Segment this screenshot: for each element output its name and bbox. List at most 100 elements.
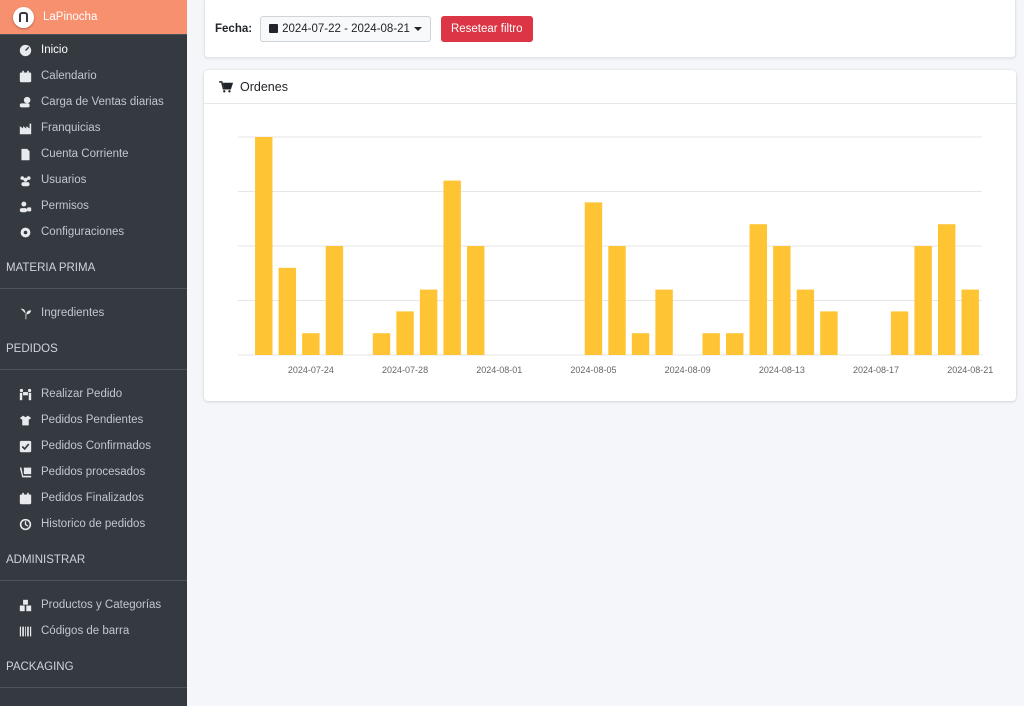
gear-icon: [18, 226, 33, 239]
sidebar-item-label: Pedidos Pendientes: [41, 414, 144, 426]
chart-bar[interactable]: [584, 202, 603, 355]
brand-name: LaPinocha: [43, 11, 98, 23]
barcode-icon: [18, 625, 33, 638]
sidebar-item-inicio[interactable]: Inicio: [0, 37, 187, 63]
sidebar: LaPinocha Inicio Calendario Carga de Venta…: [0, 0, 187, 706]
card-header: Ordenes: [204, 70, 1016, 104]
orders-card: Ordenes 2024-07-24 2024-07-28 2024-08-01 20…: [204, 70, 1016, 401]
chart-bar[interactable]: [820, 311, 838, 355]
boxes-icon: [18, 599, 33, 612]
chart-bar[interactable]: [396, 311, 414, 355]
sidebar-item-ingredientes[interactable]: Ingredientes: [0, 300, 187, 326]
chart-bar[interactable]: [278, 267, 297, 355]
sidebar-item-pedidos-confirmados[interactable]: Pedidos Confirmados: [0, 433, 187, 459]
check-square-icon: [18, 440, 33, 453]
sidebar-item-label: Configuraciones: [41, 226, 125, 238]
chart-bar[interactable]: [466, 246, 485, 355]
nav-section-header: ADMINISTRAR: [6, 554, 86, 566]
sidebar-item-pedidos-pendientes[interactable]: Pedidos Pendientes: [0, 407, 187, 433]
chart-bar[interactable]: [890, 311, 909, 355]
sidebar-item-usuarios[interactable]: Usuarios: [0, 167, 187, 193]
calendar-icon: [18, 70, 33, 83]
x-tick-label: 2024-08-05: [570, 365, 616, 375]
sidebar-item-label: Franquicias: [41, 122, 101, 134]
nav-section-header: PEDIDOS: [6, 343, 58, 355]
date-range-picker[interactable]: 2024-07-22 - 2024-08-21: [260, 15, 431, 42]
chart-bar[interactable]: [796, 289, 815, 355]
chart-bar[interactable]: [937, 224, 956, 355]
shopping-cart-icon: [219, 80, 233, 92]
sidebar-item-label: Realizar Pedido: [41, 388, 123, 400]
chart-bar[interactable]: [961, 289, 979, 355]
nav-sections: MATERIA PRIMA Ingredientes PEDIDOS Realizar…: [0, 245, 187, 699]
chart-bar[interactable]: [302, 333, 320, 355]
money-hand-icon: [18, 96, 33, 109]
sidebar-item-label: Productos y Categorías: [41, 599, 162, 611]
people-carry-icon: [18, 388, 33, 401]
sidebar-item-pedidos-procesados[interactable]: Pedidos procesados: [0, 459, 187, 485]
nav-section-header: PACKAGING: [6, 661, 74, 673]
sidebar-item-historico-de-pedidos[interactable]: Historico de pedidos: [0, 511, 187, 537]
box-open-icon: [18, 414, 33, 427]
sidebar-item-permisos[interactable]: Permisos: [0, 193, 187, 219]
sidebar-item-label: Usuarios: [41, 174, 87, 186]
dashboard-icon: [18, 44, 33, 57]
x-tick-label: 2024-08-09: [665, 365, 711, 375]
sidebar-item-label: Inicio: [41, 44, 68, 56]
chart-bar[interactable]: [255, 137, 273, 355]
sidebar-item-calendario[interactable]: Calendario: [0, 63, 187, 89]
sidebar-item-label: Pedidos Finalizados: [41, 492, 144, 504]
chart-bar[interactable]: [372, 333, 391, 355]
calendar-check-icon: [18, 492, 33, 505]
sidebar-item-códigos-de-barra[interactable]: Códigos de barra: [0, 618, 187, 644]
chart-bar[interactable]: [443, 180, 461, 355]
sidebar-item-franquicias[interactable]: Franquicias: [0, 115, 187, 141]
file-invoice-icon: [18, 148, 33, 161]
sidebar-item-carga-de-ventas-diarias[interactable]: Carga de Ventas diarias: [0, 89, 187, 115]
dolly-icon: [18, 466, 33, 479]
sidebar-item-label: Ingredientes: [41, 307, 105, 319]
x-tick-label: 2024-07-24: [288, 365, 334, 375]
chart-bar[interactable]: [325, 246, 344, 355]
sidebar-item-productos-y-categorías[interactable]: Productos y Categorías: [0, 592, 187, 618]
main-nav: Inicio Calendario Carga de Ventas diarias F…: [0, 37, 187, 245]
date-range-value: 2024-07-22 - 2024-08-21: [282, 22, 410, 35]
users-icon: [18, 174, 33, 187]
x-tick-label: 2024-08-21: [947, 365, 993, 375]
chart-bar[interactable]: [773, 246, 791, 355]
sidebar-item-label: Códigos de barra: [41, 625, 130, 637]
sidebar-item-label: Pedidos Confirmados: [41, 440, 151, 452]
chart-bar[interactable]: [655, 289, 673, 355]
brand-logo-icon: [13, 6, 34, 28]
sidebar-item-configuraciones[interactable]: Configuraciones: [0, 219, 187, 245]
x-tick-label: 2024-07-28: [382, 365, 428, 375]
chart-bar[interactable]: [726, 333, 744, 355]
orders-bar-chart: 2024-07-24 2024-07-28 2024-08-01 2024-08-05…: [238, 136, 993, 375]
chart-bar[interactable]: [702, 333, 720, 355]
sidebar-item-label: Calendario: [41, 70, 97, 82]
date-filter-label: Fecha:: [215, 22, 253, 35]
orders-chart: 2024-07-24 2024-07-28 2024-08-01 2024-08-05…: [204, 104, 1016, 401]
user-lock-icon: [18, 200, 33, 213]
sidebar-item-pedidos-finalizados[interactable]: Pedidos Finalizados: [0, 485, 187, 511]
x-tick-label: 2024-08-13: [759, 365, 805, 375]
seedling-icon: [18, 307, 33, 320]
sidebar-item-label: Carga de Ventas diarias: [41, 96, 164, 108]
chart-bar[interactable]: [749, 224, 768, 355]
x-tick-label: 2024-08-17: [853, 365, 899, 375]
caret-down-icon: [413, 26, 422, 31]
calendar-icon: [269, 24, 279, 33]
industry-icon: [18, 122, 33, 135]
chart-bar[interactable]: [631, 333, 650, 355]
history-icon: [18, 518, 33, 531]
sidebar-item-label: Historico de pedidos: [41, 518, 146, 530]
sidebar-item-cuenta-corriente[interactable]: Cuenta Corriente: [0, 141, 187, 167]
reset-filter-button[interactable]: Resetear filtro: [440, 15, 533, 42]
chart-bar[interactable]: [914, 246, 932, 355]
x-tick-label: 2024-08-01: [476, 365, 522, 375]
brand[interactable]: LaPinocha: [0, 0, 187, 35]
sidebar-item-realizar-pedido[interactable]: Realizar Pedido: [0, 381, 187, 407]
chart-bar[interactable]: [419, 289, 438, 355]
nav-section-header: MATERIA PRIMA: [6, 262, 96, 274]
chart-bar[interactable]: [608, 246, 626, 355]
